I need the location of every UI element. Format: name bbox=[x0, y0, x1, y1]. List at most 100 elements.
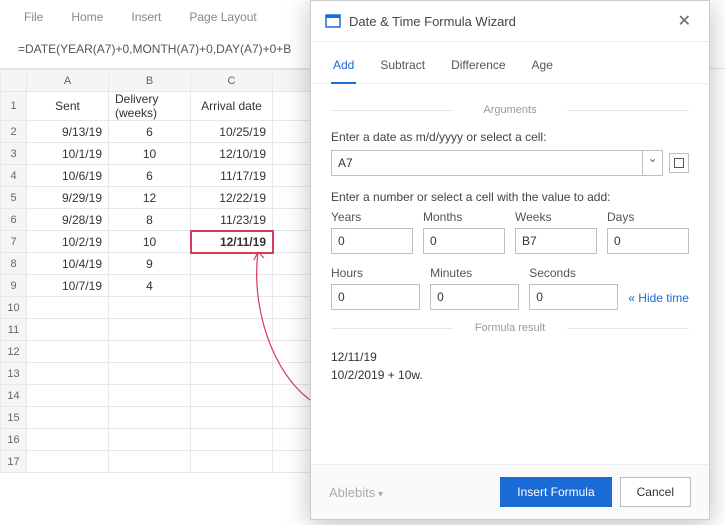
cell[interactable] bbox=[109, 319, 191, 341]
cell[interactable] bbox=[191, 319, 273, 341]
col-header-c[interactable]: C bbox=[191, 70, 273, 92]
row-header[interactable]: 10 bbox=[1, 297, 27, 319]
date-input[interactable] bbox=[332, 151, 642, 175]
cell[interactable]: 10/7/19 bbox=[27, 275, 109, 297]
tab-insert[interactable]: Insert bbox=[131, 10, 161, 24]
row-header[interactable]: 3 bbox=[1, 143, 27, 165]
cell[interactable]: 9/28/19 bbox=[27, 209, 109, 231]
col-header-a[interactable]: A bbox=[27, 70, 109, 92]
cell[interactable] bbox=[27, 429, 109, 451]
cell[interactable] bbox=[191, 275, 273, 297]
cell[interactable] bbox=[109, 297, 191, 319]
tab-page-layout[interactable]: Page Layout bbox=[189, 10, 256, 24]
cell[interactable] bbox=[27, 451, 109, 473]
row-header[interactable]: 5 bbox=[1, 187, 27, 209]
hours-label: Hours bbox=[331, 266, 420, 280]
cell[interactable] bbox=[191, 341, 273, 363]
minutes-input[interactable] bbox=[430, 284, 519, 310]
brand-label[interactable]: Ablebits bbox=[329, 485, 492, 500]
cell[interactable]: 9/13/19 bbox=[27, 121, 109, 143]
formula-wizard-dialog: Date & Time Formula Wizard ✕ Add Subtrac… bbox=[310, 0, 710, 520]
cell[interactable]: 9/29/19 bbox=[27, 187, 109, 209]
cell[interactable] bbox=[109, 385, 191, 407]
cancel-button[interactable]: Cancel bbox=[620, 477, 691, 507]
cell[interactable] bbox=[191, 451, 273, 473]
row-header[interactable]: 14 bbox=[1, 385, 27, 407]
days-input[interactable] bbox=[607, 228, 689, 254]
row-header[interactable]: 12 bbox=[1, 341, 27, 363]
cell[interactable] bbox=[27, 297, 109, 319]
corner-cell[interactable] bbox=[1, 70, 27, 92]
hours-input[interactable] bbox=[331, 284, 420, 310]
hide-time-link[interactable]: Hide time bbox=[628, 291, 689, 310]
tab-age[interactable]: Age bbox=[530, 52, 555, 83]
cell[interactable]: 4 bbox=[109, 275, 191, 297]
row-header[interactable]: 8 bbox=[1, 253, 27, 275]
cell[interactable]: 10/1/19 bbox=[27, 143, 109, 165]
row-header[interactable]: 9 bbox=[1, 275, 27, 297]
tab-difference[interactable]: Difference bbox=[449, 52, 507, 83]
cell[interactable]: Arrival date bbox=[191, 92, 273, 121]
row-header[interactable]: 13 bbox=[1, 363, 27, 385]
cell[interactable] bbox=[109, 429, 191, 451]
row-header[interactable]: 11 bbox=[1, 319, 27, 341]
row-header[interactable]: 15 bbox=[1, 407, 27, 429]
cell[interactable]: 10/25/19 bbox=[191, 121, 273, 143]
cell[interactable]: 11/17/19 bbox=[191, 165, 273, 187]
weeks-input[interactable] bbox=[515, 228, 597, 254]
cell[interactable]: 10 bbox=[109, 143, 191, 165]
range-picker-icon[interactable] bbox=[669, 153, 689, 173]
cell[interactable] bbox=[191, 385, 273, 407]
cell[interactable]: 12/10/19 bbox=[191, 143, 273, 165]
row-header[interactable]: 16 bbox=[1, 429, 27, 451]
cell[interactable]: 9 bbox=[109, 253, 191, 275]
cell[interactable]: 10/6/19 bbox=[27, 165, 109, 187]
insert-formula-button[interactable]: Insert Formula bbox=[500, 477, 611, 507]
cell[interactable] bbox=[109, 363, 191, 385]
row-header[interactable]: 6 bbox=[1, 209, 27, 231]
seconds-input[interactable] bbox=[529, 284, 618, 310]
cell[interactable] bbox=[109, 407, 191, 429]
cell[interactable]: 10/2/19 bbox=[27, 231, 109, 253]
months-input[interactable] bbox=[423, 228, 505, 254]
years-input[interactable] bbox=[331, 228, 413, 254]
cell[interactable] bbox=[27, 385, 109, 407]
chevron-down-icon[interactable]: ⌄ bbox=[642, 151, 662, 175]
tab-home[interactable]: Home bbox=[71, 10, 103, 24]
cell[interactable] bbox=[27, 407, 109, 429]
tab-file[interactable]: File bbox=[24, 10, 43, 24]
close-icon[interactable]: ✕ bbox=[674, 11, 695, 31]
selected-cell[interactable]: 12/11/19 bbox=[191, 231, 273, 253]
cell[interactable] bbox=[109, 451, 191, 473]
tab-subtract[interactable]: Subtract bbox=[378, 52, 427, 83]
cell[interactable]: 10 bbox=[109, 231, 191, 253]
cell[interactable] bbox=[27, 363, 109, 385]
cell[interactable] bbox=[191, 297, 273, 319]
cell[interactable]: 6 bbox=[109, 165, 191, 187]
cell[interactable]: 8 bbox=[109, 209, 191, 231]
cell[interactable] bbox=[191, 429, 273, 451]
cell[interactable]: 12/22/19 bbox=[191, 187, 273, 209]
row-header[interactable]: 4 bbox=[1, 165, 27, 187]
cell[interactable] bbox=[191, 407, 273, 429]
row-header[interactable]: 2 bbox=[1, 121, 27, 143]
cell[interactable]: 10/4/19 bbox=[27, 253, 109, 275]
row-header[interactable]: 17 bbox=[1, 451, 27, 473]
cell[interactable]: Delivery (weeks) bbox=[109, 92, 191, 121]
cell[interactable] bbox=[191, 363, 273, 385]
col-header-b[interactable]: B bbox=[109, 70, 191, 92]
cell[interactable] bbox=[191, 253, 273, 275]
cell[interactable]: 11/23/19 bbox=[191, 209, 273, 231]
minutes-label: Minutes bbox=[430, 266, 519, 280]
row-header[interactable]: 1 bbox=[1, 92, 27, 121]
cell[interactable] bbox=[109, 341, 191, 363]
tab-add[interactable]: Add bbox=[331, 52, 356, 84]
result-date: 12/11/19 bbox=[331, 348, 689, 366]
cell[interactable] bbox=[27, 341, 109, 363]
cell[interactable]: 6 bbox=[109, 121, 191, 143]
seconds-label: Seconds bbox=[529, 266, 618, 280]
row-header[interactable]: 7 bbox=[1, 231, 27, 253]
cell[interactable] bbox=[27, 319, 109, 341]
cell[interactable]: 12 bbox=[109, 187, 191, 209]
cell[interactable]: Sent bbox=[27, 92, 109, 121]
